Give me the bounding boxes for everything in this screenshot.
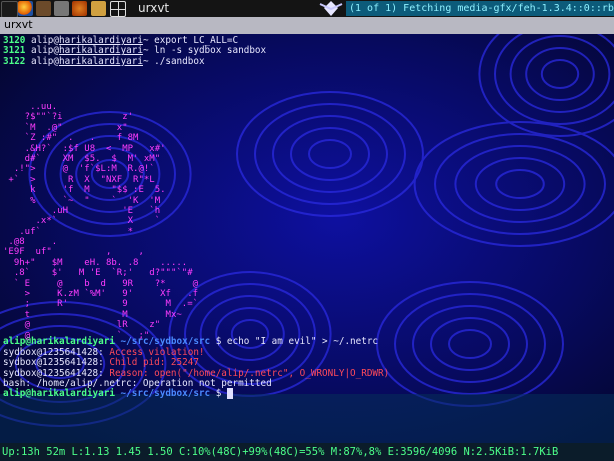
ascii-art-row: ` E @ b d 9R ?* @ [3, 278, 199, 289]
window-title: urxvt [4, 18, 33, 31]
firefox-alt-icon[interactable] [72, 1, 87, 16]
ascii-art: ..uu. ?$""`?i z' `M .@" x" `Z :#" . . f … [3, 102, 198, 341]
firefox-icon[interactable] [18, 1, 33, 16]
desktop-screen: urxvt (1 of 1) Fetching media-gfx/feh-1.… [0, 0, 614, 461]
ascii-art-row: .&H?` :$f U8 < MP x#' [3, 143, 166, 154]
ascii-art-row: +` > R X "NXF R"*L [3, 174, 155, 185]
grid-icon[interactable] [110, 1, 126, 17]
active-window-title[interactable]: urxvt [138, 1, 169, 15]
ascii-art-row: @ ` ;" [3, 330, 150, 341]
ascii-art-row: .x*` X ` [3, 216, 161, 227]
ascii-art-row: .uH 'E `h [3, 205, 161, 216]
top-panel: urxvt (1 of 1) Fetching media-gfx/feh-1.… [0, 0, 614, 18]
ascii-art-row: 9h+" $M eH. 8b. .8 ..... [3, 257, 188, 268]
status-bar: Up:13h 52m L:1.13 1.45 1.50 C:10%(48C)+9… [0, 443, 614, 461]
ascii-art-row: .uf` * [3, 226, 134, 237]
ascii-art-row: `Z :#" . . f 8M [3, 133, 139, 144]
ascii-art-row: k 'f M "$$ :E 5. [3, 185, 166, 196]
portage-notification: (1 of 1) Fetching media-gfx/feh-1.3.4::0… [346, 1, 614, 16]
editor-icon[interactable] [36, 1, 51, 16]
folder-icon[interactable] [91, 1, 106, 16]
ascii-art-row: ; R' 9 M .=` [3, 299, 199, 310]
ascii-art-row: d#` XM $5. $ M' xM" [3, 153, 161, 164]
logo-icon [319, 1, 343, 16]
ascii-art-row: 'E9F uf" , , [3, 247, 144, 258]
ascii-art-row: ?$""`?i z' [3, 112, 134, 123]
ascii-art-row: .8` $' M 'E `R;' d?"""`"# [3, 268, 193, 279]
command-line-2: 3122 alip@harikalardiyari~ ./sandbox [3, 55, 205, 67]
ascii-art-row: % `~ " ` 'K 'M [3, 195, 161, 206]
output-line-5: alip@harikalardiyari ~/src/sydbox/src $ [3, 388, 389, 400]
window-titlebar[interactable]: urxvt [0, 17, 614, 34]
ascii-art-row: .!"> @ 'f`$L:M R.@!` [3, 164, 155, 175]
wrench-icon[interactable] [54, 1, 69, 16]
ascii-art-row: t M Mx~ [3, 309, 182, 320]
ascii-art-row: @ lR z" [3, 320, 161, 331]
ascii-art-row: ..uu. [3, 102, 58, 112]
ascii-art-row: `M .@" x" [3, 122, 128, 133]
ascii-art-row: .@8 . [3, 237, 58, 248]
terminal-window[interactable]: 3120 alip@harikalardiyari~ export LC_ALL… [0, 34, 614, 443]
terminal-icon[interactable] [1, 1, 18, 18]
ascii-art-row: > K.zM `%M' 9' Xf .f [3, 289, 199, 300]
